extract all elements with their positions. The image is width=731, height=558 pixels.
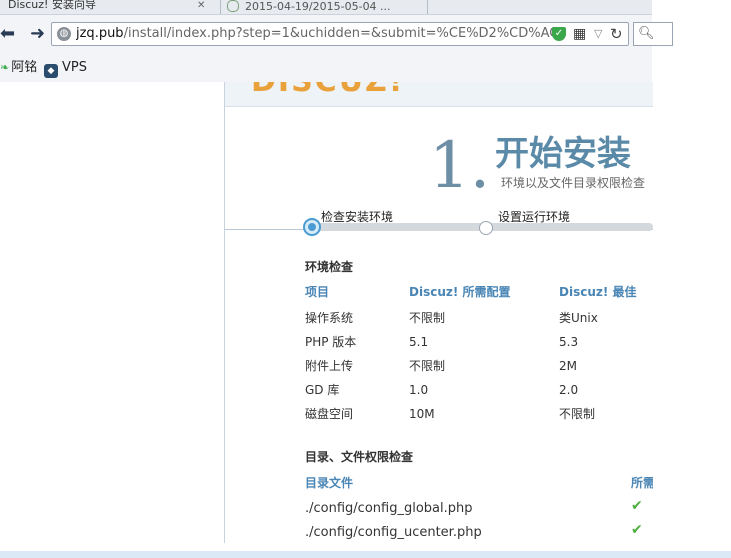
dir-table-header: 目录文件	[305, 473, 653, 493]
step-subtitle: 环境以及文件目录权限检查	[501, 176, 646, 190]
dir-check-title: 目录、文件权限检查	[305, 450, 414, 464]
table-row: PHP 版本 5.1 5.3	[305, 332, 653, 352]
table-cell: GD 库	[305, 383, 340, 397]
table-row: 操作系统 不限制 类Unix	[305, 308, 653, 328]
forward-arrow-icon: ➜	[30, 23, 46, 44]
table-cell: PHP 版本	[305, 335, 357, 349]
progress-step-label-1: 检查安装环境	[321, 210, 394, 224]
step-marker-next	[479, 221, 493, 235]
leaf-icon: ❧	[0, 61, 10, 74]
table-row: 附件上传 不限制 2M	[305, 356, 653, 376]
table-cell: 5.1	[409, 335, 429, 349]
forward-button[interactable]: ➜	[30, 22, 46, 46]
cube-icon: ◆	[44, 64, 58, 78]
tab-label: Discuz! 安装向导	[8, 0, 96, 11]
table-cell: 10M	[409, 407, 435, 421]
url-text[interactable]: jzq.pub/install/index.php?step=1&uchidde…	[76, 23, 554, 45]
table-cell: 附件上传	[305, 359, 354, 373]
dir-path: ./config/config_ucenter.php	[305, 525, 482, 540]
column-header: 项目	[305, 285, 330, 299]
bookmark-label: VPS	[62, 60, 87, 75]
globe-icon: ◍	[57, 27, 71, 41]
page-header-strip: DISCUZ!	[225, 82, 653, 107]
column-header: 所需	[631, 476, 653, 490]
bookmark-vps[interactable]: ◆ VPS	[44, 56, 87, 80]
table-cell: 操作系统	[305, 311, 354, 325]
env-check-title: 环境检查	[305, 260, 354, 274]
step-number: 1.	[429, 129, 491, 203]
address-bar[interactable]: ◍ jzq.pub/install/index.php?step=1&uchid…	[51, 22, 629, 46]
qr-code-icon[interactable]: ▦	[573, 26, 586, 42]
tab-install-wizard[interactable]: Discuz! 安装向导	[8, 0, 208, 14]
tab-bar: Discuz! 安装向导 ✕ 2015-04-19/2015-05-04 ...	[0, 0, 652, 15]
discuz-logo: DISCUZ!	[251, 82, 404, 99]
table-cell: 5.3	[559, 335, 579, 349]
browser-chrome: Discuz! 安装向导 ✕ 2015-04-19/2015-05-04 ...…	[0, 0, 673, 82]
table-cell: 类Unix	[559, 311, 598, 325]
step-marker-current	[303, 218, 321, 236]
bookmark-label: 阿铭	[11, 60, 38, 75]
dir-path: ./config/config_global.php	[305, 501, 473, 516]
column-header: Discuz! 最佳	[559, 285, 637, 299]
reload-icon[interactable]: ↻	[610, 24, 623, 44]
table-row: GD 库 1.0 2.0	[305, 380, 653, 400]
table-cell: 不限制	[409, 359, 446, 373]
install-page: DISCUZ! 1. 开始安装 环境以及文件目录权限检查 检查安装环境 设置运行…	[224, 82, 653, 543]
security-shield-icon[interactable]: ✓	[552, 27, 566, 41]
table-cell: 1.0	[409, 383, 429, 397]
table-cell: 不限制	[559, 407, 596, 421]
check-mark-icon: ✔	[631, 498, 643, 514]
table-cell: 磁盘空间	[305, 407, 354, 421]
env-table-header: 项目 Discuz! 所需配置 Discuz! 最佳	[305, 282, 653, 302]
url-path: /install/index.php?step=1&uchidden=&subm…	[123, 26, 554, 41]
check-mark-icon: ✔	[631, 522, 643, 538]
chevron-down-icon[interactable]: ▽	[594, 26, 602, 42]
column-header: 目录文件	[305, 476, 354, 490]
search-icon: 🔍︎	[638, 26, 655, 41]
url-host: jzq.pub	[76, 26, 124, 41]
search-box[interactable]: 🔍︎	[633, 22, 673, 46]
table-cell: 2M	[559, 359, 577, 373]
back-arrow-icon: ⬅	[0, 23, 16, 44]
progress-step-label-2: 设置运行环境	[498, 210, 571, 224]
clock-icon	[227, 0, 239, 12]
table-row: 磁盘空间 10M 不限制	[305, 404, 653, 424]
tab-second[interactable]: 2015-04-19/2015-05-04 ...	[220, 0, 428, 14]
bottom-band	[0, 551, 731, 558]
tab-label: 2015-04-19/2015-05-04 ...	[245, 0, 391, 13]
table-cell: 2.0	[559, 383, 579, 397]
bookmark-aming[interactable]: ❧ 阿铭	[0, 56, 37, 80]
column-header: Discuz! 所需配置	[409, 285, 511, 299]
back-button[interactable]: ⬅	[0, 22, 24, 46]
step-title: 开始安装	[495, 134, 631, 174]
table-cell: 不限制	[409, 311, 446, 325]
tab-close-icon[interactable]: ✕	[197, 0, 205, 11]
